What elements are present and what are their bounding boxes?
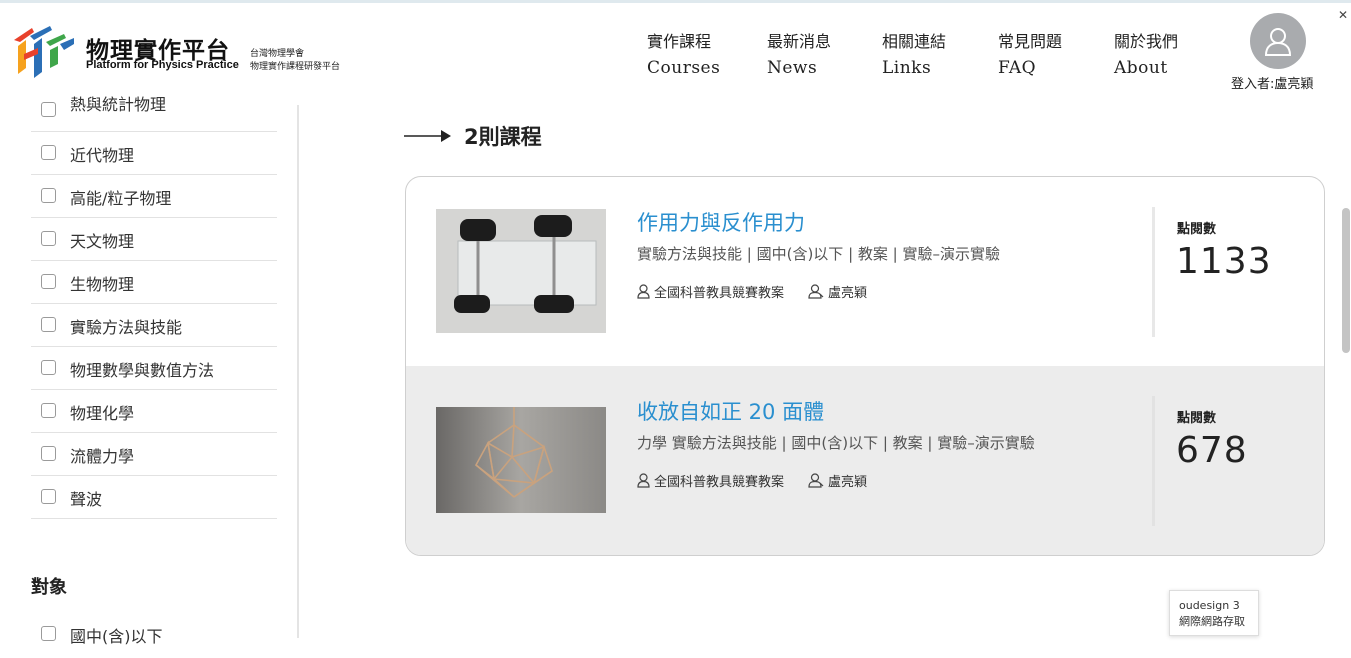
checkbox[interactable] [41,446,56,461]
course-tags: 實驗方法與技能 | 國中(含)以下 | 教案 | 實驗–演示實驗 [637,245,1000,263]
sidebar-divider [297,105,299,638]
site-subtitle: Platform for Physics Practice [86,59,239,71]
filter-item[interactable]: 流體力學 [31,433,277,476]
course-thumbnail[interactable] [436,407,606,513]
course-meta: 全國科普教具競賽教案 盧亮穎 [637,282,867,301]
course-results-list: 作用力與反作用力 實驗方法與技能 | 國中(含)以下 | 教案 | 實驗–演示實… [405,176,1325,556]
filter-item[interactable]: 熱與統計物理 [31,90,277,132]
filter-label: 物理化學 [70,404,135,423]
nav-label-en: Courses [647,58,721,78]
user-outline-icon [637,473,650,488]
course-author[interactable]: 盧亮穎 [828,282,867,301]
course-title[interactable]: 收放自如正 20 面體 [637,396,824,426]
filter-item[interactable]: 天文物理 [31,218,277,261]
checkbox[interactable] [41,403,56,418]
course-card[interactable]: 收放自如正 20 面體 力學 實驗方法與技能 | 國中(含)以下 | 教案 | … [406,366,1324,555]
page-scrollbar-thumb[interactable] [1342,208,1350,353]
filter-label: 聲波 [70,490,103,509]
checkbox[interactable] [41,274,56,289]
nav-label-zh: 最新消息 [767,32,832,51]
filter-label: 近代物理 [70,146,135,165]
nav-label-zh: 常見問題 [998,32,1063,51]
filter-item[interactable]: 實驗方法與技能 [31,304,277,347]
views-label: 點閱數 [1177,411,1217,426]
user-avatar[interactable] [1250,13,1306,69]
filter-label: 國中(含)以下 [70,627,163,646]
filter-label: 生物物理 [70,275,135,294]
nav-label-zh: 實作課程 [647,32,712,51]
filter-sidebar: 熱與統計物理 近代物理 高能/粒子物理 天文物理 生物物理 實驗方法與技能 物理… [31,90,277,638]
card-divider [1152,396,1155,526]
audience-section-title: 對象 [31,577,67,598]
nav-label-zh: 相關連結 [882,32,947,51]
course-card[interactable]: 作用力與反作用力 實驗方法與技能 | 國中(含)以下 | 教案 | 實驗–演示實… [406,177,1324,366]
filter-label: 流體力學 [70,447,135,466]
site-org-line1: 台灣物理學會 [250,49,305,59]
network-tooltip: oudesign 3 網際網路存取 [1169,590,1259,636]
checkbox[interactable] [41,317,56,332]
checkbox[interactable] [41,145,56,160]
filter-item[interactable]: 生物物理 [31,261,277,304]
views-count: 1133 [1176,241,1272,282]
checkbox[interactable] [41,231,56,246]
user-outline-icon [637,284,650,299]
filter-item[interactable]: 高能/粒子物理 [31,175,277,218]
course-source: 全國科普教具競賽教案 [654,286,785,301]
filter-label: 物理數學與數值方法 [70,361,215,380]
checkbox[interactable] [41,188,56,203]
close-icon[interactable]: ✕ [1338,8,1348,22]
nav-label-zh: 關於我們 [1114,32,1179,51]
filter-label: 天文物理 [70,232,135,251]
filter-label: 實驗方法與技能 [70,318,183,337]
card-divider [1152,207,1155,337]
checkbox[interactable] [41,102,56,117]
course-source: 全國科普教具競賽教案 [654,475,785,490]
results-count: 2則課程 [464,125,542,149]
checkbox[interactable] [41,626,56,641]
tooltip-line2: 網際網路存取 [1179,615,1245,628]
platform-logo[interactable] [12,24,76,78]
nav-label-en: Links [882,58,932,78]
nav-courses[interactable]: 實作課程 Courses [647,28,720,78]
author-icon [808,473,824,488]
course-thumbnail[interactable] [436,209,606,333]
nav-links[interactable]: 相關連結 Links [882,28,946,78]
filter-item[interactable]: 物理化學 [31,390,277,433]
arrow-right-icon [404,130,451,142]
author-icon [808,284,824,299]
nav-news[interactable]: 最新消息 News [767,28,831,78]
checkbox[interactable] [41,489,56,504]
course-tags: 力學 實驗方法與技能 | 國中(含)以下 | 教案 | 實驗–演示實驗 [637,434,1035,452]
tooltip-line1: oudesign 3 [1179,599,1240,612]
views-label: 點閱數 [1177,222,1217,237]
nav-about[interactable]: 關於我們 About [1114,28,1178,78]
nav-faq[interactable]: 常見問題 FAQ [998,28,1062,78]
site-org-line2: 物理實作課程研發平台 [250,62,341,72]
filter-item[interactable]: 物理數學與數值方法 [31,347,277,390]
course-meta: 全國科普教具競賽教案 盧亮穎 [637,471,867,490]
nav-label-en: News [767,58,818,78]
filter-item[interactable]: 近代物理 [31,132,277,175]
audience-filter-item[interactable]: 國中(含)以下 [31,616,277,658]
views-count: 678 [1176,430,1248,471]
course-title[interactable]: 作用力與反作用力 [637,207,805,237]
filter-item[interactable]: 聲波 [31,476,277,519]
nav-label-en: FAQ [998,58,1037,78]
window-top-edge [0,0,1351,3]
filter-label: 熱與統計物理 [70,95,167,114]
user-icon [1264,28,1292,56]
filter-label: 高能/粒子物理 [70,189,172,208]
nav-label-en: About [1114,58,1168,78]
course-author[interactable]: 盧亮穎 [828,471,867,490]
checkbox[interactable] [41,360,56,375]
login-user-label: 登入者:盧亮穎 [1231,77,1314,92]
